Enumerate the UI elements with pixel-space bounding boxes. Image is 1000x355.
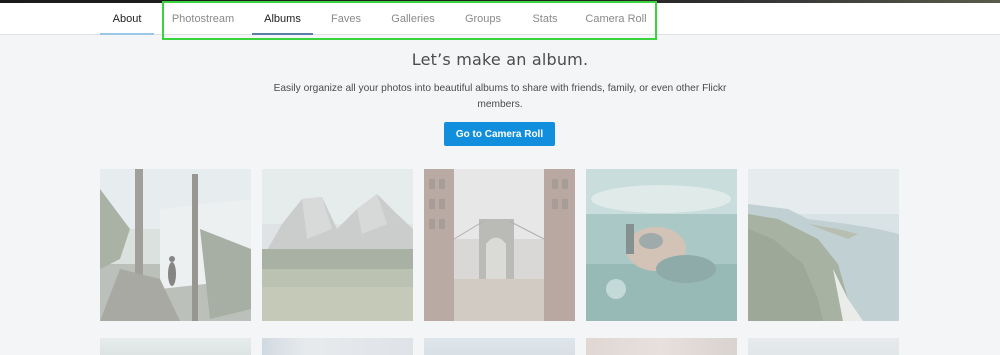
tab-faves-label: Faves — [331, 13, 361, 25]
tab-galleries[interactable]: Galleries — [388, 3, 438, 35]
mountain-meadow-image — [262, 169, 413, 321]
gallery-photo-mountain — [262, 169, 413, 321]
tab-galleries-label: Galleries — [391, 13, 435, 25]
tab-groups-label: Groups — [464, 13, 502, 25]
tab-stats-label: Stats — [532, 13, 558, 25]
go-to-camera-roll-button[interactable]: Go to Camera Roll — [444, 122, 555, 146]
tab-about-underline — [100, 33, 154, 35]
gallery-photo-underwater — [586, 169, 737, 321]
tab-camera-roll-label: Camera Roll — [585, 13, 647, 25]
forest-hiker-image — [100, 169, 251, 321]
gallery-photo-row2-4 — [586, 338, 737, 355]
tab-photostream-label: Photostream — [171, 13, 235, 25]
gallery-photo-row2-5 — [748, 338, 899, 355]
profile-nav-bar: About Photostream Albums Faves Galleries… — [0, 3, 1000, 35]
gallery-photo-row2-2 — [262, 338, 413, 355]
tab-albums-label: Albums — [264, 13, 301, 25]
tab-albums[interactable]: Albums — [252, 3, 313, 35]
bridge-city-image — [424, 169, 575, 321]
gallery-photo-row2-1 — [100, 338, 251, 355]
gallery-photo-bridge — [424, 169, 575, 321]
tab-camera-roll[interactable]: Camera Roll — [584, 3, 648, 35]
tab-photostream[interactable]: Photostream — [170, 3, 236, 35]
gallery-photo-row2-3 — [424, 338, 575, 355]
empty-state-title: Let’s make an album. — [411, 50, 589, 69]
tab-about-label: About — [112, 13, 142, 25]
coastal-cliffs-image — [748, 169, 899, 321]
gallery-photo-coast — [748, 169, 899, 321]
tab-stats[interactable]: Stats — [530, 3, 560, 35]
gallery-photo-forest — [100, 169, 251, 321]
tab-albums-underline — [252, 33, 313, 35]
tab-faves[interactable]: Faves — [328, 3, 364, 35]
tab-about[interactable]: About — [100, 3, 154, 35]
tab-groups[interactable]: Groups — [462, 3, 504, 35]
underwater-snorkel-image — [586, 169, 737, 321]
empty-state-description: Easily organize all your photos into bea… — [273, 83, 727, 110]
